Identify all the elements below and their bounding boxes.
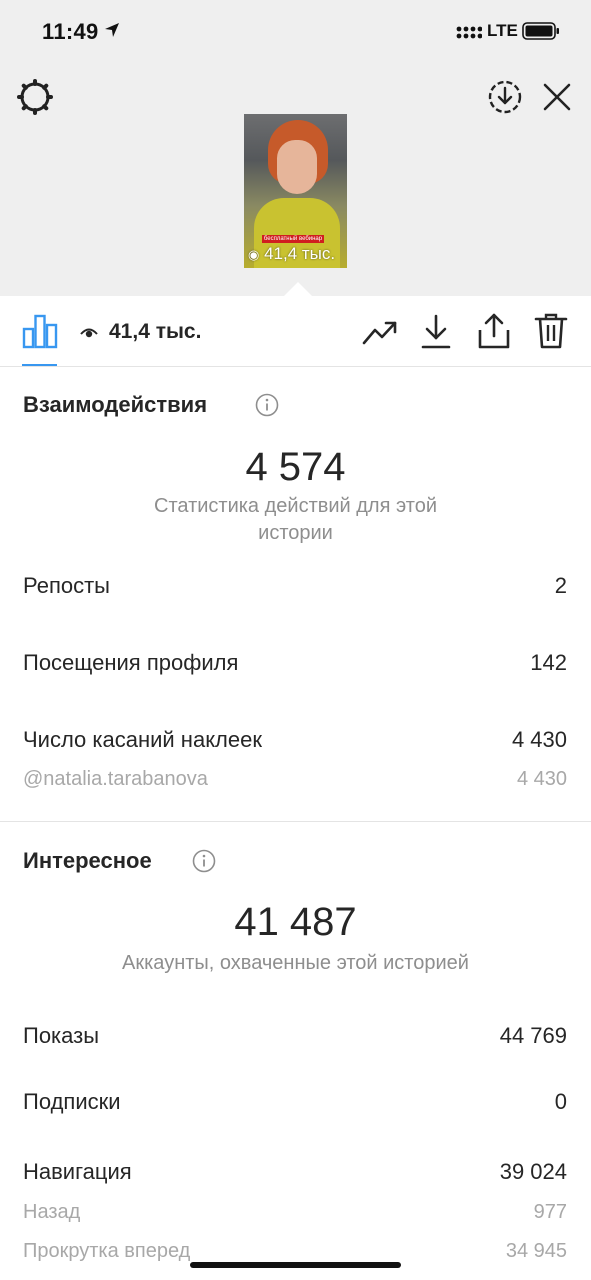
thumbnail-pointer <box>284 282 312 296</box>
status-time: 11:49 <box>42 19 99 44</box>
follows-label: Подписки <box>23 1089 121 1114</box>
discovery-caption: Аккаунты, охваченные этой историей <box>122 952 469 974</box>
interactions-title: Взаимодействия <box>23 392 208 417</box>
forward-label: Прокрутка вперед <box>23 1240 191 1262</box>
forward-value: 34 945 <box>505 1240 567 1262</box>
back-label: Назад <box>23 1201 81 1223</box>
profile-visits-value: 142 <box>530 650 567 675</box>
thumbnail-views-count: 41,4 тыс. <box>264 244 336 263</box>
save-story-icon[interactable] <box>487 79 523 115</box>
sticker-taps-label: Число касаний наклеек <box>23 727 262 752</box>
mention-sticker-label[interactable]: @natalia.tarabanova <box>23 768 208 791</box>
discovery-total: 41 487 <box>234 900 357 944</box>
impressions-label: Показы <box>23 1023 100 1048</box>
bar-chart-icon[interactable] <box>22 313 58 349</box>
follows-value: 0 <box>554 1089 567 1114</box>
thumbnail-views: ◉ 41,4 тыс. <box>248 244 335 264</box>
thumbnail-tag: бесплатный вебинар <box>262 235 324 243</box>
navigation-value: 39 024 <box>499 1159 567 1184</box>
download-icon[interactable] <box>420 313 452 351</box>
navigation-label: Навигация <box>23 1159 132 1184</box>
discovery-title: Интересное <box>23 848 152 873</box>
sticker-taps-value: 4 430 <box>511 727 567 752</box>
settings-gear-icon[interactable] <box>16 78 54 116</box>
home-indicator[interactable] <box>190 1262 401 1268</box>
close-icon[interactable] <box>542 82 572 112</box>
views-count: 41,4 тыс. <box>109 320 202 343</box>
battery-icon <box>522 22 559 40</box>
trash-icon[interactable] <box>534 312 568 350</box>
reposts-label: Репосты <box>23 573 110 598</box>
eye-icon: ◉ <box>248 247 260 262</box>
mention-sticker-value: 4 430 <box>516 768 567 790</box>
trending-icon[interactable] <box>362 316 398 348</box>
thumbnail-face <box>277 140 317 194</box>
network-type: LTE <box>487 21 518 40</box>
interactions-total: 4 574 <box>245 445 346 489</box>
story-thumbnail[interactable]: бесплатный вебинар ◉ 41,4 тыс. <box>244 114 347 268</box>
share-icon[interactable] <box>477 312 511 350</box>
interactions-caption: Статистика действий для этой истории <box>154 495 437 544</box>
eye-icon <box>80 328 98 338</box>
profile-visits-label: Посещения профиля <box>23 650 239 675</box>
signal-icon <box>456 26 482 39</box>
back-value: 977 <box>533 1201 567 1223</box>
info-icon[interactable] <box>192 849 216 873</box>
section-divider <box>0 821 591 822</box>
insights-tab-indicator <box>22 364 57 366</box>
info-icon[interactable] <box>255 393 279 417</box>
impressions-value: 44 769 <box>499 1023 567 1048</box>
reposts-value: 2 <box>554 573 567 598</box>
status-bar: 11:49 LTE <box>0 0 591 64</box>
location-arrow-icon <box>105 23 119 37</box>
